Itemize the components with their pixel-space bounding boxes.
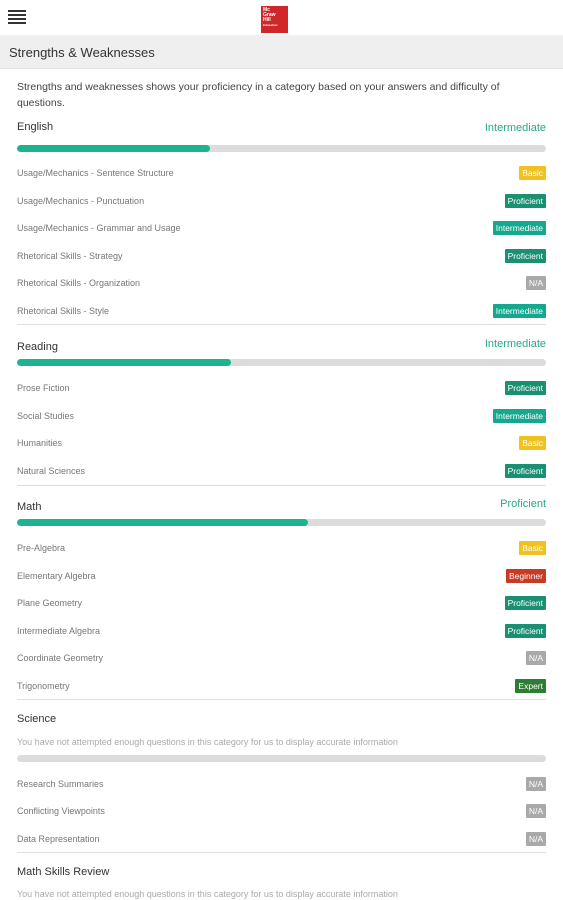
level-badge: Proficient [504,249,546,263]
progress-fill [17,359,232,366]
divider [17,699,546,700]
subcategory-row: Usage/Mechanics - Sentence Structure Bas… [17,166,546,182]
subcategory-row: Usage/Mechanics - Punctuation Proficient [17,194,546,210]
divider [17,324,546,325]
level-badge: Basic [519,436,546,450]
subcategory-label: Coordinate Geometry [17,653,104,663]
progress-track [17,755,546,762]
level-badge: N/A [525,832,546,846]
progress-track [17,145,546,152]
subcategory-row: Rhetorical Skills - Strategy Proficient [17,249,546,265]
subcategory-row: Trigonometry Expert [17,679,546,695]
subcategory-label: Social Studies [17,411,75,421]
page-title: Strengths & Weaknesses [9,45,155,60]
insufficient-data-notice: You have not attempted enough questions … [17,737,398,747]
subcategory-label: Trigonometry [17,681,70,691]
category-name: Math Skills Review [17,866,110,878]
level-badge: Intermediate [492,304,546,318]
subcategory-row: Pre-Algebra Basic [17,541,546,557]
subcategory-row: Rhetorical Skills - Organization N/A [17,276,546,292]
level-badge: Expert [515,679,546,693]
progress-track [17,519,546,526]
level-badge: Proficient [504,624,546,638]
subcategory-row: Social Studies Intermediate [17,409,546,425]
insufficient-data-notice: You have not attempted enough questions … [17,889,398,899]
subcategory-row: Data Representation N/A [17,832,546,848]
subcategory-label: Rhetorical Skills - Organization [17,278,141,288]
subcategory-row: Elementary Algebra Beginner [17,569,546,585]
progress-fill [17,519,308,526]
subcategory-label: Elementary Algebra [17,571,96,581]
subcategory-row: Research Summaries N/A [17,777,546,793]
top-bar: Mc Graw Hill Education [0,0,563,35]
subcategory-label: Humanities [17,438,63,448]
category-level: Proficient [500,498,546,510]
subcategory-label: Pre-Algebra [17,543,66,553]
level-badge: N/A [525,276,546,290]
level-badge: Proficient [504,381,546,395]
intro-text: Strengths and weaknesses shows your prof… [17,81,500,109]
subcategory-label: Natural Sciences [17,466,86,476]
divider [17,485,546,486]
level-badge: N/A [525,804,546,818]
level-badge: Beginner [505,569,546,583]
subcategory-label: Rhetorical Skills - Strategy [17,251,123,261]
mcgraw-hill-logo: Mc Graw Hill Education [261,6,288,33]
subcategory-label: Usage/Mechanics - Grammar and Usage [17,223,181,233]
title-bar: Strengths & Weaknesses [0,35,563,69]
subcategory-label: Data Representation [17,834,100,844]
category-level: Intermediate [484,338,546,350]
subcategory-label: Conflicting Viewpoints [17,806,105,816]
level-badge: Intermediate [492,409,546,423]
subcategory-row: Conflicting Viewpoints N/A [17,804,546,820]
level-badge: Basic [519,541,546,555]
subcategory-label: Usage/Mechanics - Sentence Structure [17,168,174,178]
level-badge: Proficient [504,194,546,208]
subcategory-row: Plane Geometry Proficient [17,596,546,612]
category-level: Intermediate [484,122,546,134]
subcategory-label: Intermediate Algebra [17,626,101,636]
level-badge: Proficient [504,464,546,478]
subcategory-row: Prose Fiction Proficient [17,381,546,397]
subcategory-label: Prose Fiction [17,383,70,393]
subcategory-label: Plane Geometry [17,598,83,608]
subcategory-label: Rhetorical Skills - Style [17,306,110,316]
category-name: Science [17,713,57,725]
level-badge: Basic [519,166,546,180]
level-badge: N/A [525,777,546,791]
progress-fill [17,145,211,152]
subcategory-row: Natural Sciences Proficient [17,464,546,480]
subcategory-row: Rhetorical Skills - Style Intermediate [17,304,546,320]
progress-track [17,359,546,366]
subcategory-row: Coordinate Geometry N/A [17,651,546,667]
list-menu-icon[interactable] [8,10,26,24]
subcategory-label: Usage/Mechanics - Punctuation [17,196,145,206]
subcategory-row: Usage/Mechanics - Grammar and Usage Inte… [17,221,546,237]
subcategory-row: Intermediate Algebra Proficient [17,624,546,640]
category-name: Math [17,501,42,513]
level-badge: Intermediate [492,221,546,235]
category-name: Reading [17,341,58,353]
divider [17,852,546,853]
subcategory-label: Research Summaries [17,779,104,789]
level-badge: Proficient [504,596,546,610]
level-badge: N/A [525,651,546,665]
subcategory-row: Humanities Basic [17,436,546,452]
category-name: English [17,121,54,133]
